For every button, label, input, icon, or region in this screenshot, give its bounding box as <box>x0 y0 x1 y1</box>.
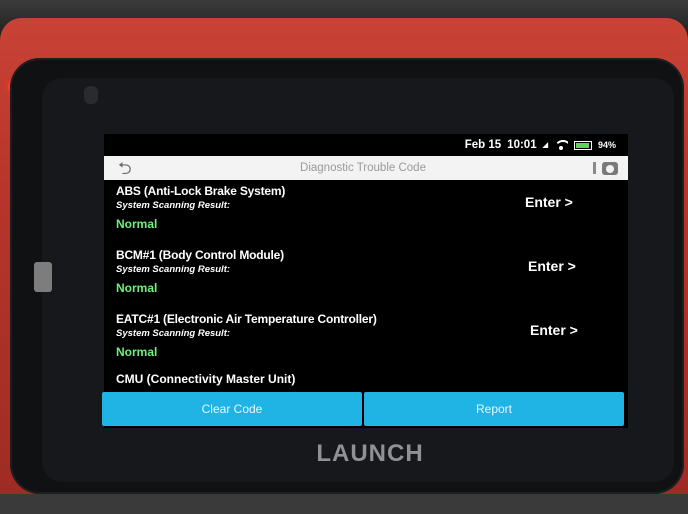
enter-button[interactable]: Enter > <box>528 258 576 274</box>
scan-status: Normal <box>116 345 158 359</box>
list-item: ABS (Anti-Lock Brake System) System Scan… <box>104 180 628 244</box>
surface <box>0 494 688 514</box>
screenshot-camera-icon[interactable] <box>602 161 618 175</box>
scan-status: Normal <box>116 217 158 231</box>
list-item: BCM#1 (Body Control Module) System Scann… <box>104 244 628 308</box>
back-icon[interactable]: ⮌ <box>118 160 148 177</box>
title-actions <box>578 161 618 175</box>
wifi-icon <box>553 140 568 150</box>
battery-percent: 94% <box>597 140 616 150</box>
brand-logo: LAUNCH <box>316 440 424 467</box>
action-bar: Clear Code Report <box>102 392 624 426</box>
status-time: 10:01 <box>507 139 537 151</box>
status-bar: Feb 15 10:01 ◢ 94% <box>104 134 628 156</box>
system-name-partial: CMU (Connectivity Master Unit) <box>116 372 296 386</box>
report-button[interactable]: Report <box>364 392 624 426</box>
title-bar: ⮌ Diagnostic Trouble Code <box>104 156 628 180</box>
device-screen: Feb 15 10:01 ◢ 94% ⮌ Diagnostic Trouble … <box>104 134 628 428</box>
list-item: EATC#1 (Electronic Air Temperature Contr… <box>104 308 628 372</box>
side-clip <box>34 262 52 292</box>
enter-button[interactable]: Enter > <box>525 194 573 210</box>
clear-code-button[interactable]: Clear Code <box>102 392 362 426</box>
network-icon: ◢ <box>542 142 548 149</box>
system-list: ABS (Anti-Lock Brake System) System Scan… <box>104 180 628 386</box>
flag-icon[interactable] <box>593 162 596 174</box>
scan-status: Normal <box>116 281 158 295</box>
front-camera <box>84 86 98 104</box>
enter-button[interactable]: Enter > <box>530 322 578 338</box>
page-title: Diagnostic Trouble Code <box>300 162 426 174</box>
battery-icon <box>573 140 592 150</box>
status-date: Feb 15 <box>464 139 502 151</box>
